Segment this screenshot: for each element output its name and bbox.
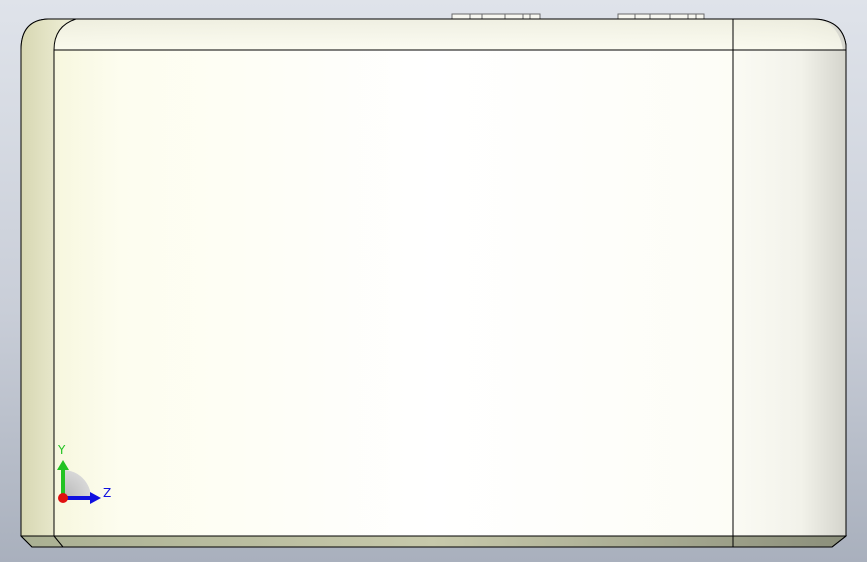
part-body[interactable] (20, 18, 848, 548)
x-axis-dot (58, 493, 68, 503)
y-axis-label: Y (58, 443, 66, 457)
graphics-viewport[interactable]: Y Z (0, 0, 867, 562)
z-axis-label: Z (103, 486, 112, 500)
model-view[interactable] (0, 0, 867, 562)
